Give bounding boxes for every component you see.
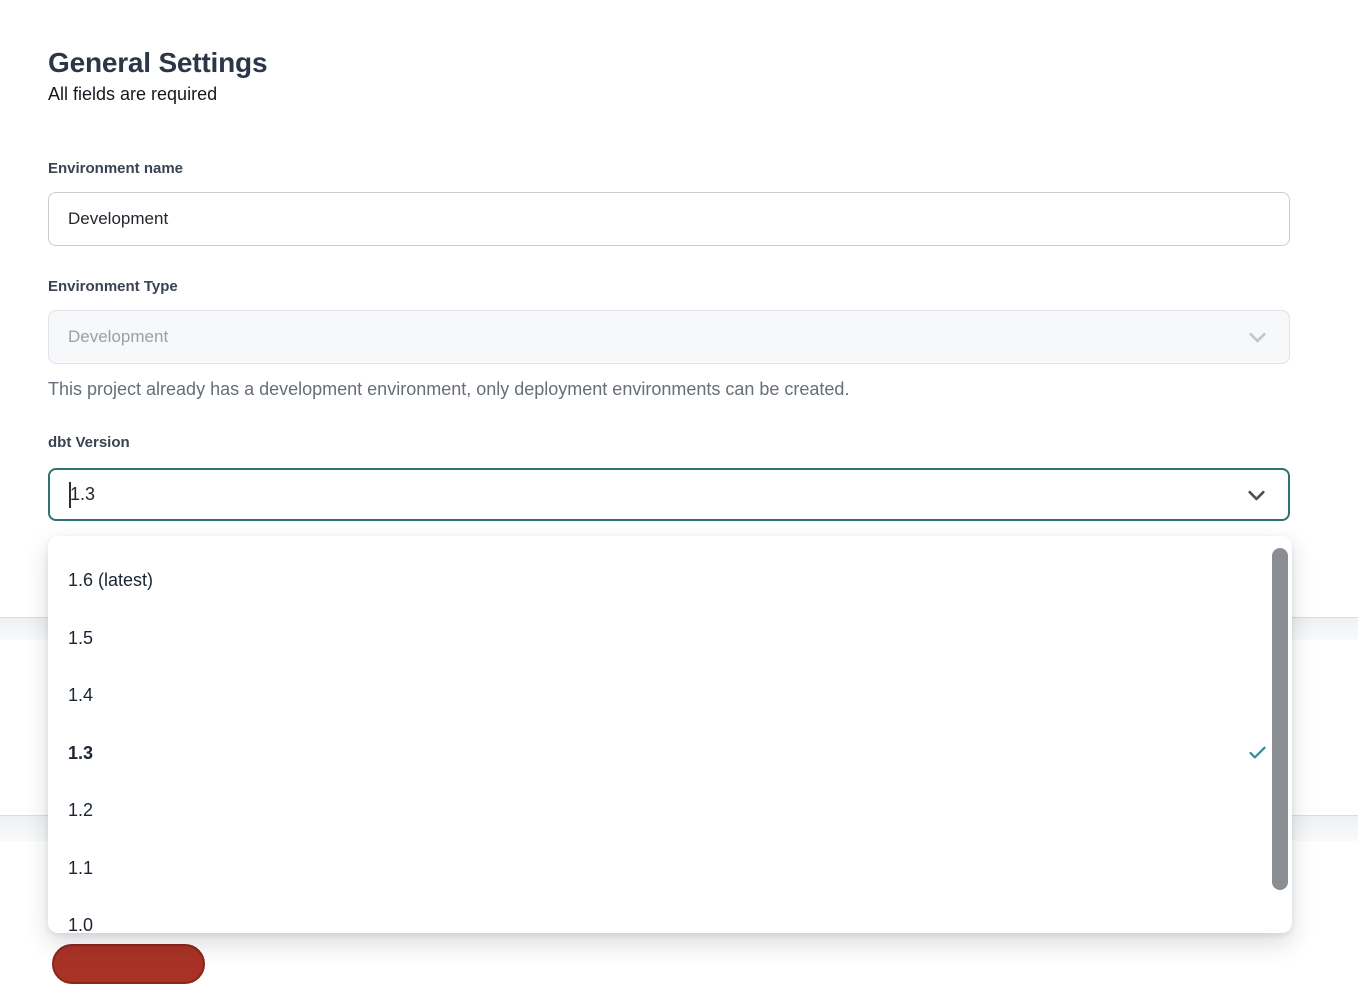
dropdown-option[interactable]: 1.2 [48, 782, 1292, 840]
option-label: 1.2 [68, 800, 93, 821]
chevron-down-icon [1244, 324, 1271, 351]
environment-type-helper: This project already has a development e… [48, 379, 849, 400]
option-label: 1.4 [68, 685, 93, 706]
environment-name-input[interactable] [48, 192, 1290, 246]
environment-type-select: Development [48, 310, 1290, 364]
page-subtitle: All fields are required [48, 84, 217, 105]
dropdown-option[interactable]: 1.5 [48, 610, 1292, 668]
dropdown-option[interactable]: 1.4 [48, 667, 1292, 725]
danger-button[interactable] [52, 944, 205, 984]
dbt-version-value: 1.3 [70, 484, 95, 505]
option-label: 1.0 [68, 915, 93, 933]
dropdown-option-selected[interactable]: 1.3 [48, 725, 1292, 783]
page-title: General Settings [48, 47, 267, 79]
dropdown-option[interactable]: 1.0 [48, 897, 1292, 933]
option-label: 1.5 [68, 628, 93, 649]
environment-type-label: Environment Type [48, 278, 178, 295]
environment-type-value: Development [68, 327, 168, 347]
option-label: 1.6 (latest) [68, 570, 153, 591]
dropdown-option[interactable]: 1.6 (latest) [48, 552, 1292, 610]
chevron-down-icon [1243, 481, 1270, 508]
check-icon [1247, 743, 1268, 764]
dropdown-scrollbar[interactable] [1272, 548, 1288, 890]
environment-name-label: Environment name [48, 160, 183, 177]
dbt-version-dropdown: 1.6 (latest) 1.5 1.4 1.3 1.2 1.1 1.0 [48, 536, 1292, 933]
dropdown-option[interactable]: 1.1 [48, 840, 1292, 898]
dbt-version-select[interactable]: 1.3 [48, 468, 1290, 521]
dbt-version-label: dbt Version [48, 434, 130, 451]
option-label: 1.1 [68, 858, 93, 879]
option-label: 1.3 [68, 743, 93, 764]
